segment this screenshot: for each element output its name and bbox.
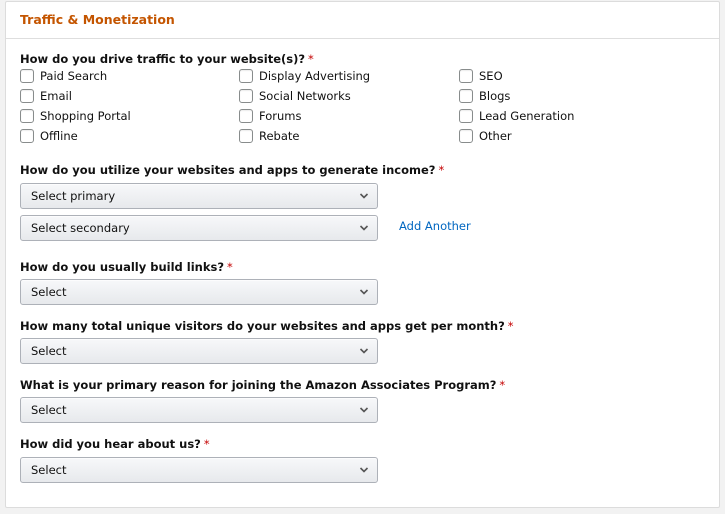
checkbox-unchecked-icon[interactable] xyxy=(459,109,473,123)
chevron-down-icon xyxy=(359,348,369,354)
hear-question-text: How did you hear about us? xyxy=(20,437,201,451)
required-asterisk: * xyxy=(227,260,233,274)
select-value: Select primary xyxy=(31,189,116,203)
required-asterisk: * xyxy=(507,319,514,333)
income-question-label: How do you utilize your websites and app… xyxy=(20,163,444,177)
checkbox-label: Forums xyxy=(259,109,302,123)
panel-header: Traffic & Monetization xyxy=(6,2,719,39)
traffic-option-lead-generation[interactable]: Lead Generation xyxy=(459,109,574,123)
required-asterisk: * xyxy=(499,378,506,392)
select-value: Select xyxy=(31,344,67,358)
links-question-text: How do you usually build links? xyxy=(20,260,225,274)
checkbox-unchecked-icon[interactable] xyxy=(20,69,34,83)
checkbox-label: Lead Generation xyxy=(479,109,575,123)
traffic-option-forums[interactable]: Forums xyxy=(239,109,301,123)
traffic-monetization-panel: Traffic & Monetization How do you drive … xyxy=(5,1,720,508)
checkbox-unchecked-icon[interactable] xyxy=(459,129,473,143)
required-asterisk: * xyxy=(438,163,445,177)
visitors-select[interactable]: Select xyxy=(20,338,378,364)
add-another-link[interactable]: Add Another xyxy=(399,219,471,233)
select-value: Select xyxy=(31,463,67,477)
links-select[interactable]: Select xyxy=(20,279,378,305)
checkbox-unchecked-icon[interactable] xyxy=(459,89,473,103)
chevron-down-icon xyxy=(359,193,369,199)
hear-question-label: How did you hear about us? * xyxy=(20,437,210,451)
checkbox-unchecked-icon[interactable] xyxy=(239,69,253,83)
required-asterisk: * xyxy=(203,437,210,451)
checkbox-unchecked-icon[interactable] xyxy=(20,89,34,103)
traffic-question-label: How do you drive traffic to your website… xyxy=(20,52,314,66)
reason-select[interactable]: Select xyxy=(20,397,378,423)
traffic-option-display-advertising[interactable]: Display Advertising xyxy=(239,69,370,83)
checkbox-unchecked-icon[interactable] xyxy=(459,69,473,83)
checkbox-label: Paid Search xyxy=(40,69,108,83)
traffic-option-seo[interactable]: SEO xyxy=(459,69,503,83)
chevron-down-icon xyxy=(359,225,369,231)
traffic-question-text: How do you drive traffic to your website… xyxy=(20,52,306,66)
links-question-label: How do you usually build links? * xyxy=(20,260,233,274)
hear-select[interactable]: Select xyxy=(20,457,378,483)
traffic-option-shopping-portal[interactable]: Shopping Portal xyxy=(20,109,131,123)
checkbox-unchecked-icon[interactable] xyxy=(239,129,253,143)
checkbox-unchecked-icon[interactable] xyxy=(239,109,253,123)
section-title: Traffic & Monetization xyxy=(20,12,175,27)
select-value: Select xyxy=(31,285,67,299)
checkbox-label: Shopping Portal xyxy=(40,109,131,123)
checkbox-unchecked-icon[interactable] xyxy=(20,129,34,143)
select-value: Select xyxy=(31,403,67,417)
visitors-question-label: How many total unique visitors do your w… xyxy=(20,319,514,333)
checkbox-label: Display Advertising xyxy=(259,69,371,83)
reason-question-label: What is your primary reason for joining … xyxy=(20,378,505,392)
income-primary-select[interactable]: Select primary xyxy=(20,183,378,209)
checkbox-label: Social Networks xyxy=(259,89,351,103)
select-value: Select secondary xyxy=(31,221,130,235)
traffic-option-paid-search[interactable]: Paid Search xyxy=(20,69,107,83)
chevron-down-icon xyxy=(359,289,369,295)
checkbox-label: Email xyxy=(40,89,72,103)
checkbox-unchecked-icon[interactable] xyxy=(239,89,253,103)
chevron-down-icon xyxy=(359,467,369,473)
traffic-option-offline[interactable]: Offline xyxy=(20,129,78,143)
checkbox-label: Rebate xyxy=(259,129,300,143)
income-question-text: How do you utilize your websites and app… xyxy=(20,163,436,177)
traffic-option-blogs[interactable]: Blogs xyxy=(459,89,510,103)
traffic-option-other[interactable]: Other xyxy=(459,129,512,143)
checkbox-label: Other xyxy=(479,129,512,143)
reason-question-text: What is your primary reason for joining … xyxy=(20,378,497,392)
traffic-option-social-networks[interactable]: Social Networks xyxy=(239,89,351,103)
income-secondary-select[interactable]: Select secondary xyxy=(20,215,378,241)
checkbox-label: Blogs xyxy=(479,89,511,103)
checkbox-label: SEO xyxy=(479,69,503,83)
visitors-question-text: How many total unique visitors do your w… xyxy=(20,319,505,333)
checkbox-unchecked-icon[interactable] xyxy=(20,109,34,123)
checkbox-label: Offline xyxy=(40,129,78,143)
chevron-down-icon xyxy=(359,407,369,413)
required-asterisk: * xyxy=(308,52,314,66)
traffic-option-rebate[interactable]: Rebate xyxy=(239,129,299,143)
traffic-option-email[interactable]: Email xyxy=(20,89,72,103)
